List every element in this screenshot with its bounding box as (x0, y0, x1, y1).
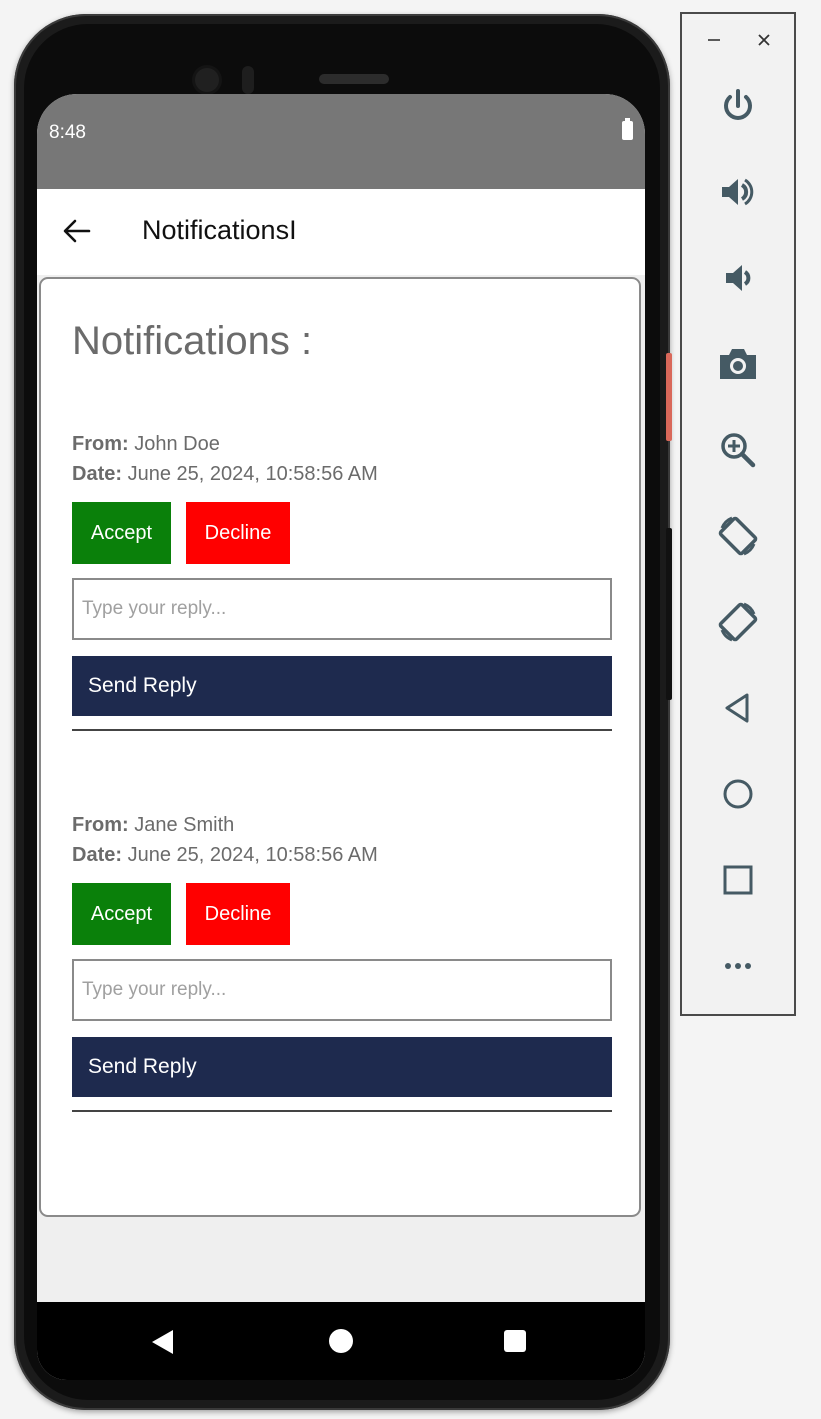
date-value: June 25, 2024, 10:58:56 AM (127, 463, 378, 485)
zoom-icon[interactable] (682, 420, 794, 480)
app-bar: NotificationsI (37, 189, 645, 275)
nav-recents-icon[interactable] (504, 1330, 526, 1352)
volume-down-icon[interactable] (682, 248, 794, 308)
status-time: 8:48 (49, 122, 86, 143)
notification-item: From: Jane Smith Date: June 25, 2024, 10… (72, 810, 612, 1112)
accept-button[interactable]: Accept (72, 883, 171, 945)
date-line: Date: June 25, 2024, 10:58:56 AM (72, 840, 612, 870)
card-title: Notifications : (72, 319, 313, 363)
date-label: Date: (72, 844, 123, 866)
power-side-button[interactable] (666, 353, 672, 441)
divider (72, 1110, 612, 1112)
from-line: From: John Doe (72, 429, 612, 459)
front-camera (195, 68, 219, 92)
notification-item: From: John Doe Date: June 25, 2024, 10:5… (72, 429, 612, 731)
accept-button[interactable]: Accept (72, 502, 171, 564)
decline-button[interactable]: Decline (186, 883, 290, 945)
from-value: Jane Smith (134, 814, 235, 836)
close-icon[interactable] (752, 28, 776, 52)
rotate-right-icon[interactable] (682, 592, 794, 652)
volume-side-button[interactable] (666, 528, 672, 700)
back-icon[interactable] (682, 678, 794, 738)
date-line: Date: June 25, 2024, 10:58:56 AM (72, 459, 612, 489)
from-value: John Doe (134, 433, 220, 455)
emulator-toolbar (680, 12, 796, 1016)
reply-input[interactable] (72, 959, 612, 1021)
send-reply-button[interactable]: Send Reply (72, 656, 612, 716)
status-bar: 8:48 (37, 94, 645, 189)
date-label: Date: (72, 463, 123, 485)
notifications-card: Notifications : From: John Doe Date: Jun… (39, 277, 641, 1217)
system-nav-bar (37, 1302, 645, 1380)
page-title: NotificationsI (142, 215, 297, 245)
nav-home-icon[interactable] (329, 1329, 353, 1353)
device-screen: 8:48 NotificationsI Notifications : From… (37, 94, 645, 1380)
more-icon[interactable] (682, 936, 794, 996)
overview-icon[interactable] (682, 850, 794, 910)
from-line: From: Jane Smith (72, 810, 612, 840)
from-label: From: (72, 433, 129, 455)
proximity-sensor (242, 66, 254, 94)
decline-button[interactable]: Decline (186, 502, 290, 564)
back-arrow-icon[interactable] (61, 215, 93, 247)
power-icon[interactable] (682, 76, 794, 136)
volume-up-icon[interactable] (682, 162, 794, 222)
divider (72, 729, 612, 731)
rotate-left-icon[interactable] (682, 506, 794, 566)
battery-icon (622, 118, 633, 140)
date-value: June 25, 2024, 10:58:56 AM (127, 844, 378, 866)
reply-input[interactable] (72, 578, 612, 640)
minimize-icon[interactable] (702, 28, 726, 52)
send-reply-button[interactable]: Send Reply (72, 1037, 612, 1097)
camera-icon[interactable] (682, 334, 794, 394)
home-icon[interactable] (682, 764, 794, 824)
earpiece-speaker (319, 74, 389, 84)
nav-back-icon[interactable] (152, 1330, 173, 1354)
from-label: From: (72, 814, 129, 836)
